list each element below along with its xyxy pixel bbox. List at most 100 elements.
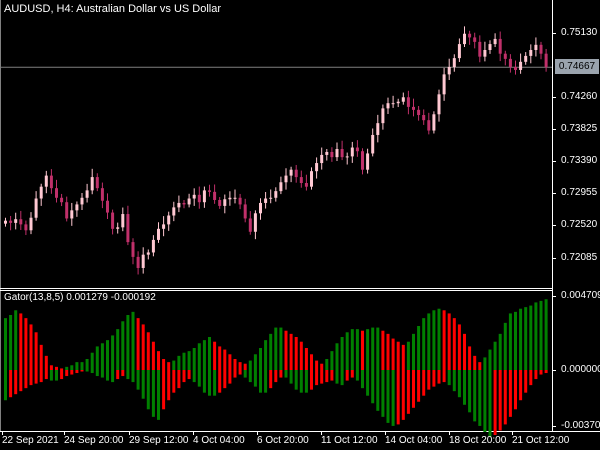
gator-lower-bar [44, 370, 48, 380]
time-label: 18 Oct 20:00 [449, 435, 507, 446]
gator-lower-bar [157, 370, 160, 420]
gator-upper-bar [100, 343, 104, 370]
gator-lower-bar [325, 370, 329, 383]
gator-upper-bar [417, 325, 421, 370]
gator-lower-bar [330, 370, 334, 381]
gator-lower-bar [223, 370, 227, 389]
gator-upper-bar [437, 308, 441, 370]
gator-upper-bar [401, 344, 405, 370]
gator-upper-bar [508, 313, 512, 370]
indicator-axis-label: 0.004709 [561, 290, 600, 301]
gator-lower-bar [106, 370, 109, 381]
candle-body [289, 169, 293, 176]
gator-upper-bar [146, 332, 150, 370]
gator-lower-bar [442, 370, 446, 383]
time-label: 6 Oct 20:00 [257, 435, 309, 446]
gator-lower-bar [294, 370, 298, 390]
candle-body [151, 239, 155, 253]
candle-body [417, 109, 421, 116]
candle-body [386, 103, 390, 109]
gator-upper-bar [366, 329, 370, 370]
candle-body [457, 44, 461, 59]
gator-upper-bar [381, 330, 385, 370]
gator-lower-bar [274, 370, 278, 383]
gator-lower-bar [95, 370, 99, 377]
gator-lower-bar [396, 370, 400, 425]
candle-body [60, 197, 64, 203]
gator-upper-bar [131, 311, 135, 370]
gator-lower-bar [401, 370, 405, 420]
candle-body [192, 194, 196, 199]
gator-upper-bar [9, 314, 13, 370]
gator-upper-bar [136, 318, 140, 370]
gator-upper-bar [284, 330, 288, 370]
candle-body [172, 207, 176, 216]
candle-body [396, 101, 400, 104]
gator-upper-bar [167, 362, 171, 370]
gator-lower-bar [534, 370, 538, 380]
candle-body [29, 217, 33, 231]
gator-upper-bar [121, 321, 125, 370]
gator-upper-bar [371, 327, 375, 370]
gator-lower-bar [447, 370, 451, 386]
gator-lower-bar [80, 370, 84, 372]
gator-lower-bar [371, 370, 375, 404]
gator-upper-bar [162, 358, 166, 370]
gator-upper-bar [70, 365, 74, 370]
candle-body [463, 33, 466, 45]
price-label: 0.73390 [561, 155, 598, 166]
candle-body [4, 220, 7, 224]
candle-body [131, 242, 135, 257]
gator-upper-bar [218, 346, 222, 370]
gator-upper-bar [49, 365, 53, 370]
candle-body [70, 210, 74, 219]
chart-canvas[interactable] [0, 0, 600, 450]
candle-body [218, 199, 222, 206]
gator-lower-bar [304, 370, 308, 393]
gator-lower-bar [361, 370, 364, 389]
gator-upper-bar [350, 329, 354, 370]
gator-lower-bar [55, 370, 58, 381]
candle-body [121, 214, 125, 228]
gator-upper-bar [340, 336, 344, 370]
gator-lower-bar [162, 370, 166, 410]
gator-upper-bar [391, 338, 395, 370]
gator-upper-bar [406, 341, 410, 370]
candle-body [9, 220, 13, 223]
gator-lower-bar [417, 370, 421, 402]
candle-body [65, 202, 69, 219]
gator-lower-bar [524, 370, 528, 393]
gator-lower-bar [4, 370, 7, 401]
gator-upper-bar [65, 366, 69, 370]
gator-upper-bar [269, 333, 273, 370]
gator-upper-bar [126, 314, 130, 370]
time-label: 29 Sep 12:00 [129, 435, 189, 446]
candle-body [146, 252, 150, 255]
gator-lower-bar [340, 370, 344, 386]
gator-lower-bar [478, 370, 482, 426]
gator-upper-bar [39, 344, 43, 370]
candle-body [233, 197, 237, 199]
gator-lower-bar [34, 370, 38, 384]
candle-body [452, 58, 456, 67]
candle-body [381, 108, 385, 124]
gator-upper-bar [264, 340, 268, 370]
gator-upper-bar [55, 366, 58, 370]
gator-lower-bar [172, 370, 176, 393]
gator-upper-bar [243, 363, 247, 370]
candle-body [253, 213, 257, 232]
gator-lower-bar [457, 370, 461, 398]
gator-lower-bar [116, 370, 120, 380]
gator-lower-bar [136, 370, 140, 390]
gator-lower-bar [9, 370, 13, 398]
gator-upper-bar [111, 335, 115, 370]
gator-lower-bar [228, 370, 232, 384]
candle-body [279, 182, 283, 192]
gator-lower-bar [238, 370, 242, 375]
candle-body [228, 197, 232, 200]
chart-window[interactable]: AUDUSD, H4: Australian Dollar vs US Doll… [0, 0, 600, 450]
candle-body [243, 204, 247, 219]
gator-lower-bar [14, 370, 18, 395]
candle-body [401, 97, 405, 102]
gator-lower-bar [264, 370, 268, 393]
